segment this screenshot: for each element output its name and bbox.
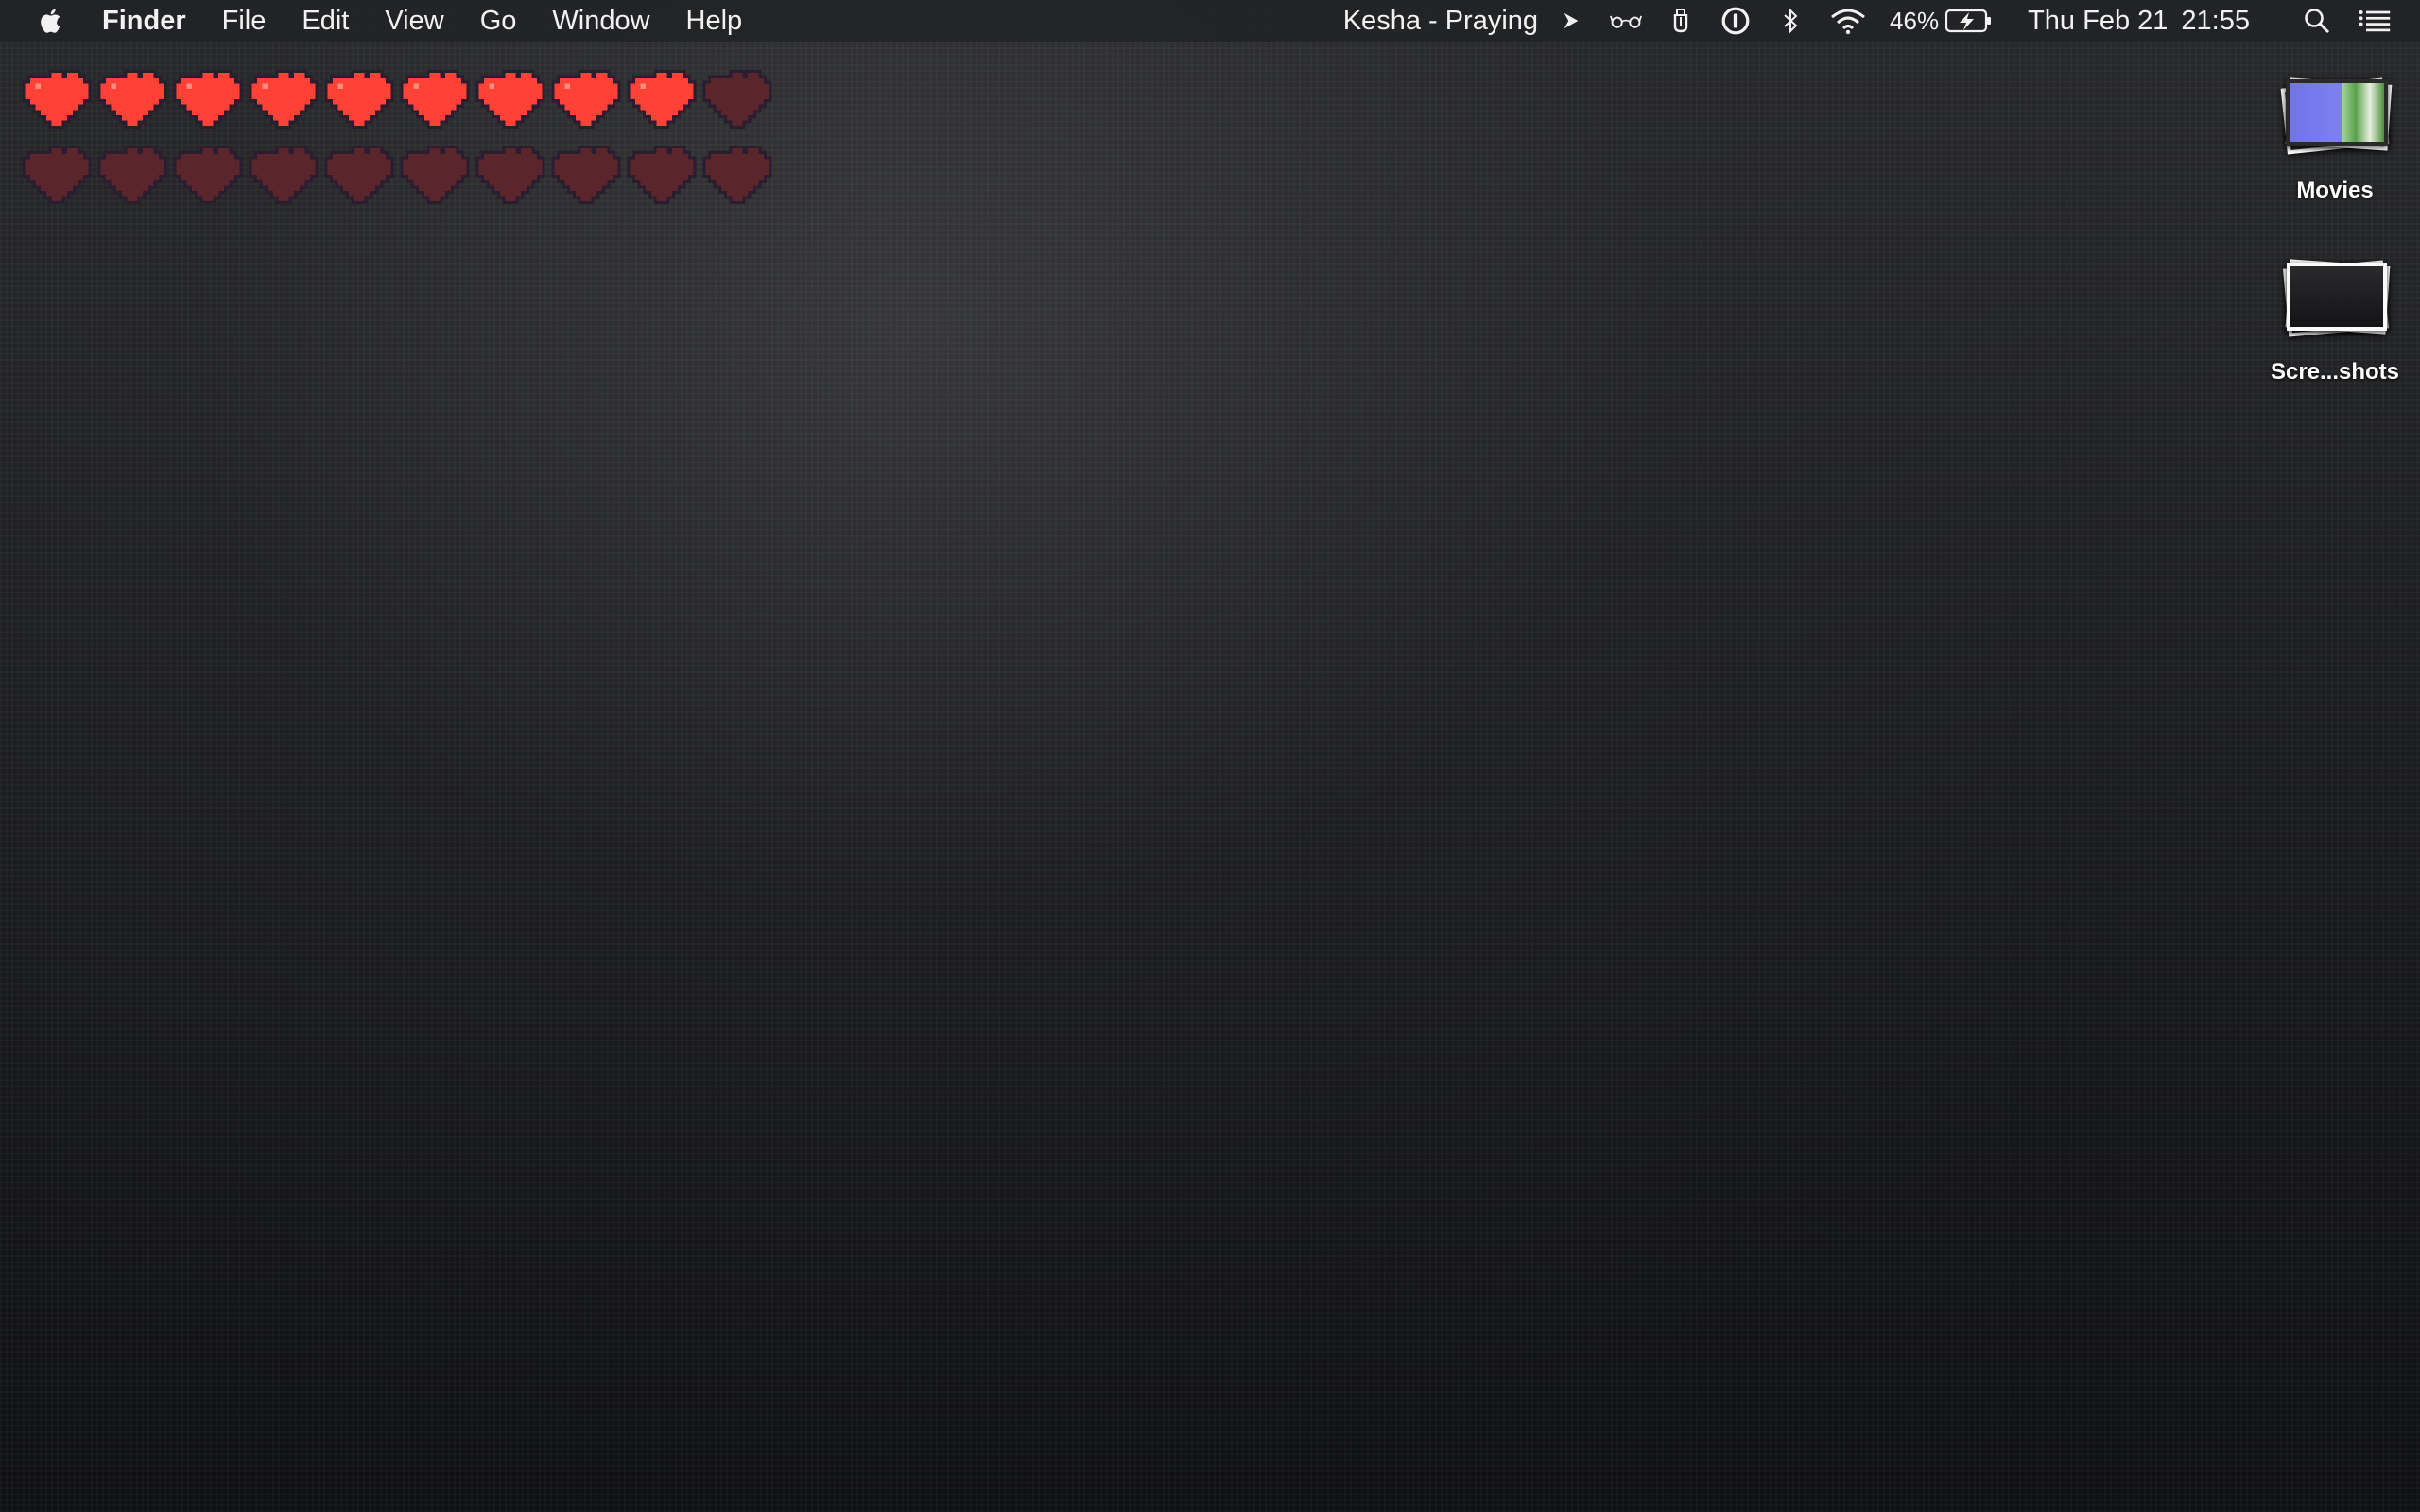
clock-date: Thu Feb 21 (2028, 5, 2169, 36)
apple-logo-icon[interactable] (36, 5, 68, 37)
battery-percentage[interactable]: 46% (1890, 7, 1939, 36)
menu-clock[interactable]: Thu Feb 21 21:55 (2028, 6, 2250, 37)
heart-full-icon (397, 60, 473, 136)
heart-empty-icon (19, 136, 95, 212)
heart-full-icon (624, 60, 700, 136)
heart-full-icon (95, 60, 170, 136)
heart-empty-icon (321, 136, 397, 212)
spotlight-search-icon[interactable] (2301, 5, 2333, 37)
airplay-icon[interactable] (1555, 5, 1587, 37)
menu-file[interactable]: File (222, 6, 267, 37)
heart-empty-icon (397, 136, 473, 212)
desktop-icon-label-screenshots: Scre...shots (2270, 359, 2400, 385)
desktop-icon-movies[interactable]: Movies (2264, 70, 2406, 204)
menu-app-finder[interactable]: Finder (102, 6, 186, 37)
wifi-icon[interactable] (1829, 5, 1867, 37)
1password-icon[interactable] (1720, 5, 1752, 37)
heart-empty-icon (700, 136, 775, 212)
desktop-icon-screenshots[interactable]: Scre...shots (2264, 251, 2406, 386)
clipboard-icon[interactable] (1665, 5, 1697, 37)
menu-view[interactable]: View (385, 6, 443, 37)
heart-full-icon (246, 60, 321, 136)
glasses-icon[interactable] (1610, 5, 1643, 37)
battery-charging-icon[interactable] (1945, 7, 1994, 35)
desktop-icon-label-movies: Movies (2296, 178, 2374, 203)
heart-empty-icon (624, 136, 700, 212)
heart-empty-icon (95, 136, 170, 212)
menu-go[interactable]: Go (480, 6, 517, 37)
menu-bar: Finder File Edit View Go Window Help Kes… (0, 0, 2420, 42)
heart-empty-icon (700, 60, 775, 136)
hearts-health-widget (19, 60, 794, 212)
heart-full-icon (473, 60, 548, 136)
movies-stack-icon (2278, 70, 2393, 164)
heart-full-icon (548, 60, 624, 136)
now-playing-label[interactable]: Kesha - Praying (1343, 6, 1538, 37)
menu-help[interactable]: Help (686, 6, 743, 37)
menu-window[interactable]: Window (552, 6, 649, 37)
heart-empty-icon (548, 136, 624, 212)
heart-empty-icon (246, 136, 321, 212)
desktop-wallpaper (0, 0, 2420, 1512)
clock-time: 21:55 (2181, 5, 2250, 36)
bluetooth-icon[interactable] (1774, 5, 1806, 37)
menu-edit[interactable]: Edit (302, 6, 349, 37)
notification-center-icon[interactable] (2356, 5, 2394, 37)
heart-full-icon (170, 60, 246, 136)
screenshots-stack-icon (2278, 251, 2392, 346)
heart-empty-icon (473, 136, 548, 212)
menu-bar-status-area: Kesha - Praying 46% Thu Feb 21 21:55 (1343, 0, 2420, 42)
heart-empty-icon (170, 136, 246, 212)
menu-bar-left: Finder File Edit View Go Window Help (0, 0, 778, 42)
heart-full-icon (19, 60, 95, 136)
heart-full-icon (321, 60, 397, 136)
